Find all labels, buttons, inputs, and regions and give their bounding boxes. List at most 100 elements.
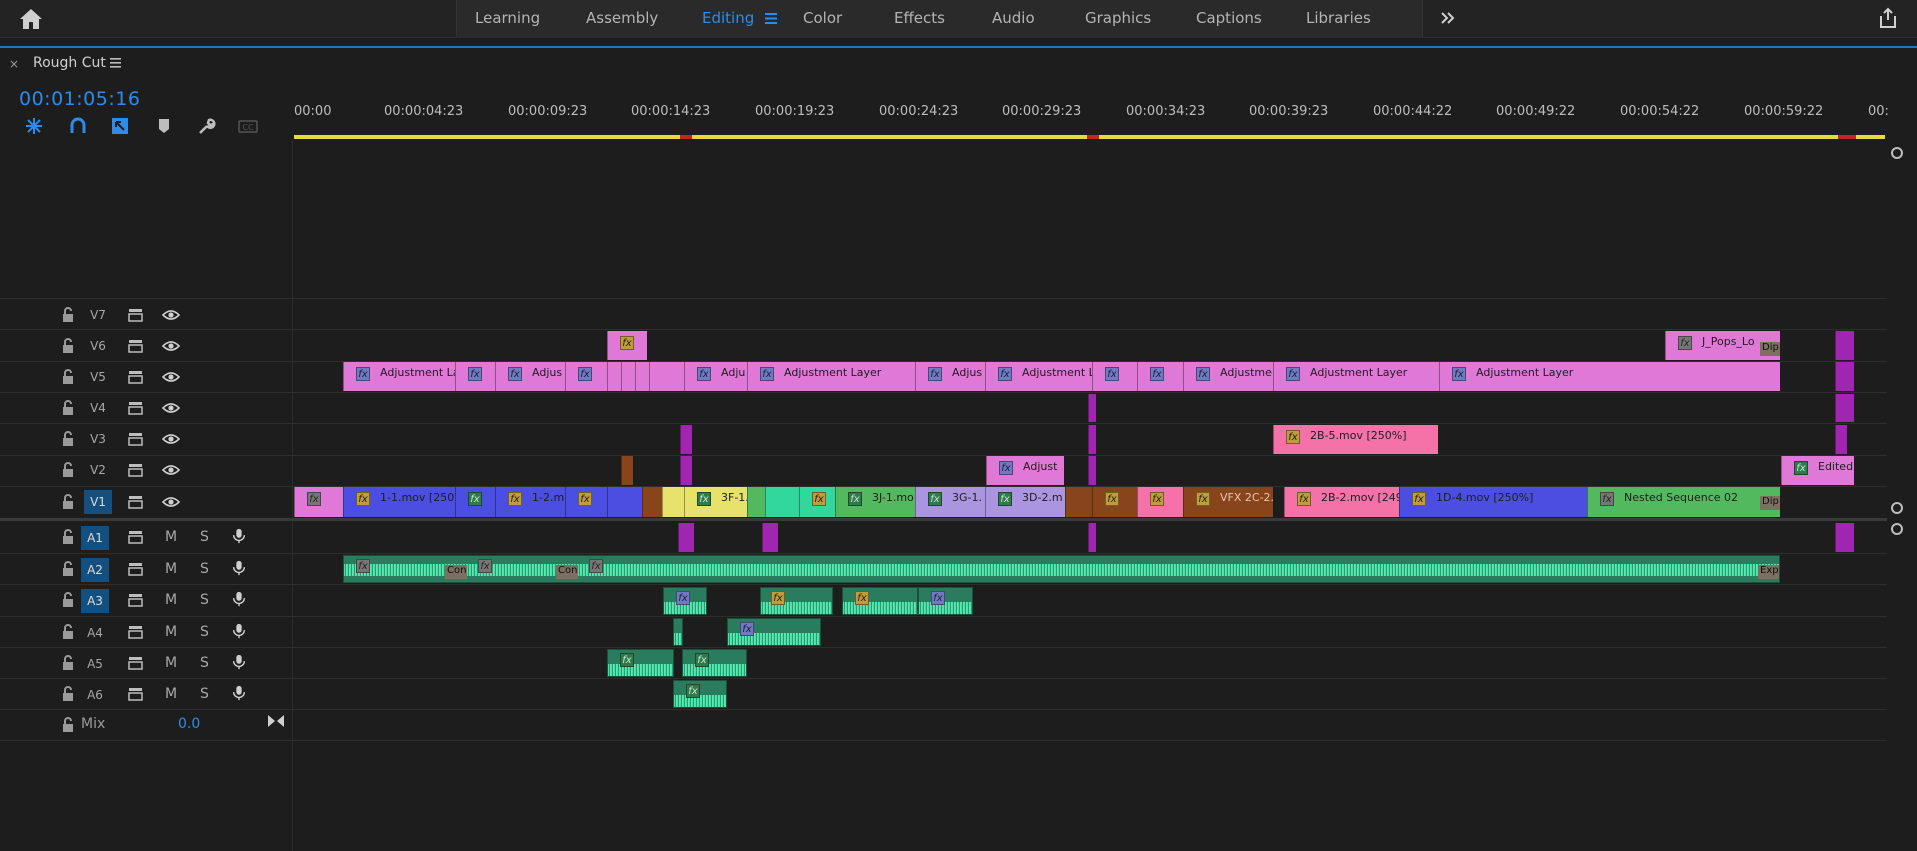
voiceover-mic-icon[interactable] [230, 623, 248, 639]
track-name-v2[interactable]: V2 [84, 458, 112, 482]
track-name-a5[interactable]: A5 [81, 652, 109, 676]
sync-lock-icon[interactable] [127, 400, 145, 416]
more-workspaces-icon[interactable] [1438, 8, 1458, 28]
lock-icon[interactable] [59, 592, 77, 608]
video-clip[interactable] [621, 362, 635, 391]
track-name-v1[interactable]: V1 [84, 490, 112, 514]
sync-lock-icon[interactable] [127, 338, 145, 354]
video-clip[interactable]: fx Edited [1781, 456, 1854, 485]
video-clip[interactable]: fx Adjust [986, 456, 1064, 485]
audio-clip[interactable] [673, 618, 683, 646]
time-ruler[interactable]: 00:00 00:00:04:23 00:00:09:23 00:00:14:2… [294, 96, 1889, 140]
lock-icon[interactable] [59, 462, 77, 478]
video-clip[interactable] [621, 456, 633, 485]
tab-captions[interactable]: Captions [1196, 0, 1262, 37]
tab-graphics[interactable]: Graphics [1085, 0, 1151, 37]
solo-button[interactable]: S [200, 592, 209, 608]
lock-icon[interactable] [59, 624, 77, 640]
voiceover-mic-icon[interactable] [230, 685, 248, 701]
video-clip[interactable]: fx Adjustment La [343, 362, 455, 391]
video-clip[interactable]: fx 1-2.m [495, 487, 565, 517]
transition[interactable]: Con [556, 565, 578, 579]
audio-clip[interactable]: fx [673, 680, 727, 708]
mix-volume-value[interactable]: 0.0 [178, 716, 200, 732]
video-clip[interactable]: fx [455, 487, 495, 517]
audio-clip[interactable] [762, 523, 778, 552]
audio-clip[interactable] [1088, 523, 1096, 552]
linked-selection-icon[interactable] [110, 116, 130, 136]
eye-icon[interactable] [162, 462, 180, 478]
voiceover-mic-icon[interactable] [230, 528, 248, 544]
video-clip[interactable]: fx 2B-2.mov [249 [1284, 487, 1399, 517]
lock-icon[interactable] [59, 338, 77, 354]
sync-lock-icon[interactable] [127, 624, 145, 640]
lock-icon[interactable] [59, 494, 77, 510]
track-name-v7[interactable]: V7 [84, 303, 112, 327]
track-name-v5[interactable]: V5 [84, 365, 112, 389]
solo-button[interactable]: S [200, 655, 209, 671]
video-clip[interactable] [765, 487, 799, 517]
video-clip[interactable]: fx [1092, 362, 1137, 391]
sync-lock-icon[interactable] [127, 369, 145, 385]
sync-lock-icon[interactable] [127, 494, 145, 510]
tab-effects[interactable]: Effects [894, 0, 945, 37]
video-clip[interactable] [680, 456, 692, 485]
video-clip[interactable] [607, 487, 642, 517]
solo-button[interactable]: S [200, 561, 209, 577]
voiceover-mic-icon[interactable] [230, 560, 248, 576]
share-icon[interactable] [1877, 7, 1899, 29]
sync-lock-icon[interactable] [127, 561, 145, 577]
video-clip[interactable] [747, 487, 765, 517]
video-clip[interactable]: fx Adjus [495, 362, 565, 391]
eye-icon[interactable] [162, 338, 180, 354]
video-clip[interactable]: fx Nested Sequence 02 Dip [1587, 487, 1780, 517]
tab-libraries[interactable]: Libraries [1306, 0, 1371, 37]
mute-button[interactable]: M [165, 686, 177, 702]
sync-lock-icon[interactable] [127, 529, 145, 545]
track-name-a3[interactable]: A3 [81, 589, 109, 613]
transition[interactable]: Dip [1760, 342, 1780, 356]
transition[interactable]: Con [445, 565, 467, 579]
video-clip[interactable]: fx [1092, 487, 1137, 517]
go-to-out-icon[interactable] [267, 713, 285, 729]
sync-lock-icon[interactable] [127, 431, 145, 447]
video-clip[interactable]: fx [607, 331, 647, 360]
lock-icon[interactable] [59, 655, 77, 671]
video-clip[interactable]: fx [1137, 487, 1183, 517]
video-clip[interactable]: fx Adju [684, 362, 747, 391]
sync-lock-icon[interactable] [127, 655, 145, 671]
lock-icon[interactable] [59, 400, 77, 416]
audio-clip[interactable] [1835, 523, 1854, 552]
audio-clip[interactable]: fx [727, 618, 821, 646]
track-name-v6[interactable]: V6 [84, 334, 112, 358]
video-clip[interactable]: fx [1137, 362, 1183, 391]
transition[interactable]: Exp [1758, 565, 1779, 579]
mute-button[interactable]: M [165, 561, 177, 577]
video-clip[interactable] [1835, 394, 1854, 422]
video-clip[interactable] [1088, 456, 1096, 485]
video-clip[interactable] [642, 487, 662, 517]
video-clip[interactable]: fx Adjustment Layer [1439, 362, 1780, 391]
workspace-menu-icon[interactable] [765, 13, 777, 24]
lock-icon[interactable] [59, 307, 77, 323]
lock-icon[interactable] [59, 686, 77, 702]
wrench-icon[interactable] [196, 116, 216, 136]
sync-lock-icon[interactable] [127, 462, 145, 478]
close-panel-button[interactable]: × [9, 57, 19, 71]
video-clip[interactable] [1835, 425, 1847, 454]
video-clip[interactable]: fx 3G-1. [915, 487, 985, 517]
solo-button[interactable]: S [200, 529, 209, 545]
eye-icon[interactable] [162, 494, 180, 510]
voiceover-mic-icon[interactable] [230, 591, 248, 607]
tab-color[interactable]: Color [803, 0, 842, 37]
scroll-handle[interactable] [1891, 523, 1903, 535]
scroll-handle[interactable] [1891, 147, 1903, 159]
mute-button[interactable]: M [165, 624, 177, 640]
video-clip[interactable]: fx Adjustment Layer [1273, 362, 1439, 391]
video-clip[interactable] [1065, 487, 1092, 517]
solo-button[interactable]: S [200, 686, 209, 702]
video-clip[interactable]: fx [565, 487, 607, 517]
home-button[interactable] [16, 7, 46, 31]
mute-button[interactable]: M [165, 529, 177, 545]
add-marker-icon[interactable] [154, 116, 174, 136]
